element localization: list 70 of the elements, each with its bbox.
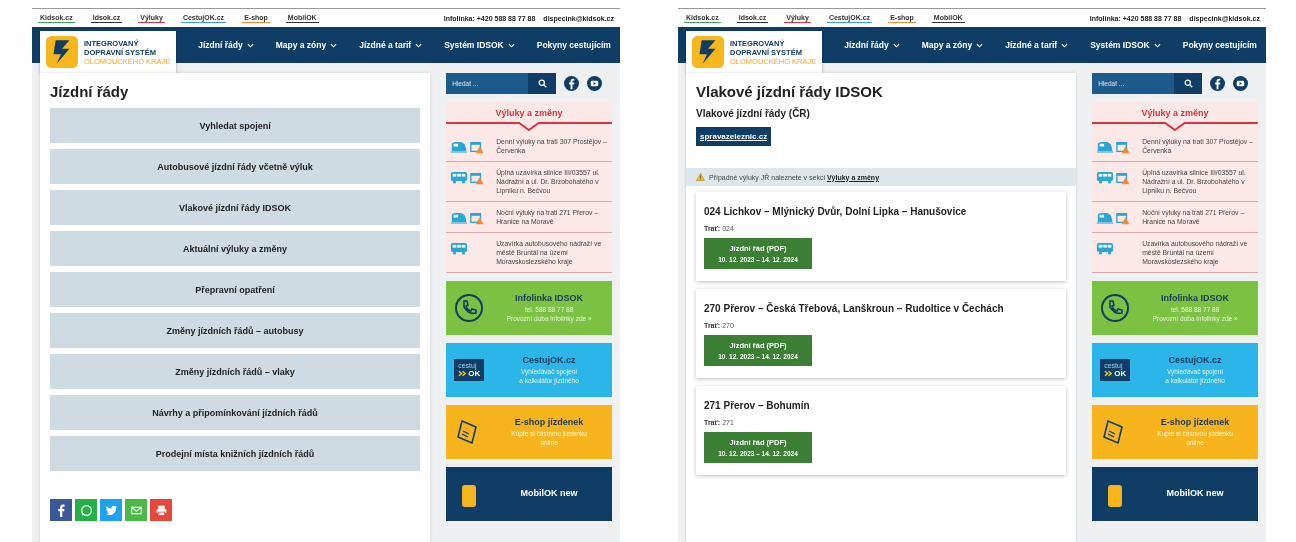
nav-link[interactable]: Jízdné a tarif [359, 40, 423, 50]
calendar-warning-icon [470, 140, 485, 154]
calendar-warning-icon [1116, 171, 1131, 185]
print-share-icon[interactable] [150, 499, 172, 521]
menu-button[interactable]: Aktuální výluky a změny [50, 231, 421, 266]
facebook-share-icon[interactable] [50, 499, 72, 521]
menu-button[interactable]: Vyhledat spojení [50, 108, 421, 143]
phone-icon [1100, 293, 1131, 323]
nav-link[interactable]: Systém IDSOK [1090, 40, 1161, 50]
menu-button[interactable]: Autobusové jízdní řády včetně výluk [50, 149, 421, 184]
caret-icon [892, 42, 900, 48]
nav-link[interactable]: Jízdní řády [844, 40, 900, 50]
double-chevron-icon [458, 370, 468, 377]
caret-icon [330, 42, 338, 48]
outages-title: Výluky a změny [1140, 107, 1210, 120]
nav-link[interactable]: Jízdní řády [198, 40, 254, 50]
search-icon [1183, 79, 1193, 88]
search-button[interactable] [528, 73, 557, 94]
nav-link[interactable]: Systém IDSOK [444, 40, 515, 50]
website-link-button[interactable]: spravazeleznic.cz [696, 127, 772, 146]
youtube-icon[interactable] [587, 76, 603, 91]
calendar-warning-icon [470, 211, 485, 225]
mobil-promo-banner[interactable]: MobilOK new [446, 467, 612, 521]
page-title: Vlakové jízdní řády IDSOK [696, 83, 884, 100]
bus-icon [450, 171, 469, 184]
search-icon [537, 79, 547, 88]
train-icon [450, 140, 469, 153]
warning-icon [696, 173, 705, 181]
phone-icon [454, 293, 485, 323]
facebook-icon[interactable] [564, 76, 580, 91]
caret-icon [1061, 42, 1069, 48]
calendar-warning-icon [1116, 211, 1131, 225]
outages-title: Výluky a změny [494, 107, 564, 120]
caret-icon [246, 42, 254, 48]
caret-icon [415, 42, 423, 48]
train-icon [1096, 140, 1115, 153]
menu-button[interactable]: Přepravní opatření [50, 272, 421, 307]
search-button[interactable] [1174, 73, 1203, 94]
route-title: 270 Přerov – Česká Třebová, Lanškroun – Rudoltice v Čechách [704, 303, 1005, 314]
route-title: 271 Přerov – Bohumín [704, 400, 811, 411]
caret-icon [507, 42, 515, 48]
menu-button[interactable]: Prodejní místa knižních jízdních řádů [50, 436, 421, 471]
calendar-warning-icon [470, 171, 485, 185]
logo-mark-icon [46, 36, 78, 68]
nav-link[interactable]: Mapy a zóny [921, 40, 984, 50]
twitter-share-icon[interactable] [100, 499, 122, 521]
page-title: Jízdní řády [50, 83, 130, 100]
caret-icon [1153, 42, 1161, 48]
double-chevron-icon [1104, 370, 1114, 377]
nav-link[interactable]: Mapy a zóny [275, 40, 338, 50]
menu-button[interactable]: Návrhy a připomínkování jízdních řádů [50, 395, 421, 430]
menu-button[interactable]: Změny jízdních řádů – autobusy [50, 313, 421, 348]
mobil-promo-banner[interactable]: MobilOK new [1092, 467, 1258, 521]
section-heading: Vlakové jízdní řády (ČR) [696, 108, 811, 119]
train-icon [450, 211, 469, 224]
nav-link[interactable]: Pokyny cestujícím [536, 40, 611, 50]
menu-button[interactable]: Vlakové jízdní řády IDSOK [50, 190, 421, 225]
bus-icon [1096, 171, 1115, 184]
youtube-icon[interactable] [1233, 76, 1249, 91]
train-icon [1096, 211, 1115, 224]
calendar-warning-icon [1116, 140, 1131, 154]
bus-icon [450, 242, 469, 255]
logo-mark-icon [692, 36, 724, 68]
menu-button[interactable]: Změny jízdních řádů – vlaky [50, 354, 421, 389]
route-title: 024 Lichkov – Mlýnický Dvůr, Dolní Lipka – Hanušovice [704, 206, 968, 217]
bus-icon [1096, 242, 1115, 255]
nav-link[interactable]: Pokyny cestujícím [1182, 40, 1257, 50]
caret-icon [976, 42, 984, 48]
facebook-icon[interactable] [1210, 76, 1226, 91]
nav-link[interactable]: Jízdné a tarif [1005, 40, 1069, 50]
